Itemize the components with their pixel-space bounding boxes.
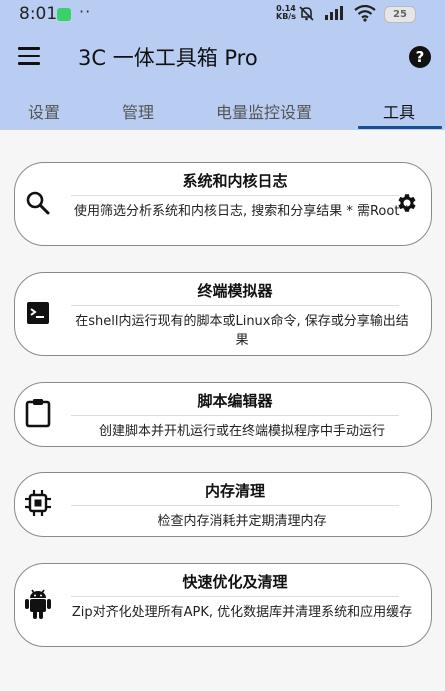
battery-indicator: 25 — [384, 6, 416, 23]
signal-strength-icon — [325, 6, 343, 20]
tab-tools[interactable]: 工具 — [383, 99, 415, 123]
card-script-editor[interactable]: 脚本编辑器 创建脚本并开机运行或在终端模拟程序中手动运行 — [14, 382, 432, 447]
clipboard-icon — [23, 398, 53, 428]
search-icon — [23, 188, 53, 218]
more-notifications-indicator: ·· — [79, 2, 92, 21]
android-icon — [23, 589, 53, 619]
status-time: 8:01 — [19, 4, 58, 24]
active-tab-indicator — [358, 126, 442, 129]
app-title: 3C 一体工具箱 Pro — [78, 46, 258, 70]
card-system-kernel-log[interactable]: 系统和内核日志 使用筛选分析系统和内核日志, 搜索和分享结果 * 需Root * — [14, 162, 432, 246]
mute-icon — [299, 6, 314, 21]
gear-icon[interactable] — [395, 191, 419, 215]
card-title: 内存清理 — [204, 482, 265, 500]
card-description: 在shell内运行现有的脚本或Linux命令, 保存或分享输出结果 — [75, 314, 409, 348]
notification-app-icon — [57, 8, 71, 21]
tab-bar: 设置 管理 电量监控设置 工具 — [0, 87, 445, 130]
tab-battery-monitor-settings[interactable]: 电量监控设置 — [216, 99, 312, 123]
card-title: 终端模拟器 — [197, 282, 273, 300]
card-description: 创建脚本并开机运行或在终端模拟程序中手动运行 — [98, 424, 385, 439]
wifi-icon — [354, 5, 376, 22]
network-speed-unit: KB/s — [276, 12, 296, 21]
card-description: Zip对齐化处理所有APK, 优化数据库并清理系统和应用缓存 — [71, 605, 413, 620]
tab-settings[interactable]: 设置 — [28, 99, 60, 123]
status-bar: 8:01 ·· 0.14 KB/s 25 — [0, 0, 445, 27]
card-divider — [71, 505, 399, 506]
card-divider — [71, 305, 399, 306]
help-icon[interactable]: ? — [409, 46, 431, 68]
app-bar: 3C 一体工具箱 Pro ? — [0, 27, 445, 87]
card-divider — [71, 195, 399, 196]
card-title: 快速优化及清理 — [182, 573, 288, 591]
card-title: 脚本编辑器 — [197, 392, 273, 410]
card-terminal-emulator[interactable]: 终端模拟器 在shell内运行现有的脚本或Linux命令, 保存或分享输出结果 — [14, 272, 432, 356]
card-divider — [71, 415, 399, 416]
network-speed: 0.14 KB/s — [276, 5, 296, 21]
terminal-icon — [23, 298, 53, 328]
memory-chip-icon — [23, 488, 53, 518]
tab-manage[interactable]: 管理 — [122, 99, 154, 123]
card-memory-cleanup[interactable]: 内存清理 检查内存消耗并定期清理内存 — [14, 472, 432, 537]
card-description: 使用筛选分析系统和内核日志, 搜索和分享结果 * 需Root * — [73, 204, 411, 219]
menu-icon[interactable] — [18, 47, 40, 67]
card-description: 检查内存消耗并定期清理内存 — [157, 514, 327, 529]
card-quick-optimize-cleanup[interactable]: 快速优化及清理 Zip对齐化处理所有APK, 优化数据库并清理系统和应用缓存 — [14, 563, 432, 647]
card-divider — [71, 596, 399, 597]
card-title: 系统和内核日志 — [182, 172, 288, 190]
